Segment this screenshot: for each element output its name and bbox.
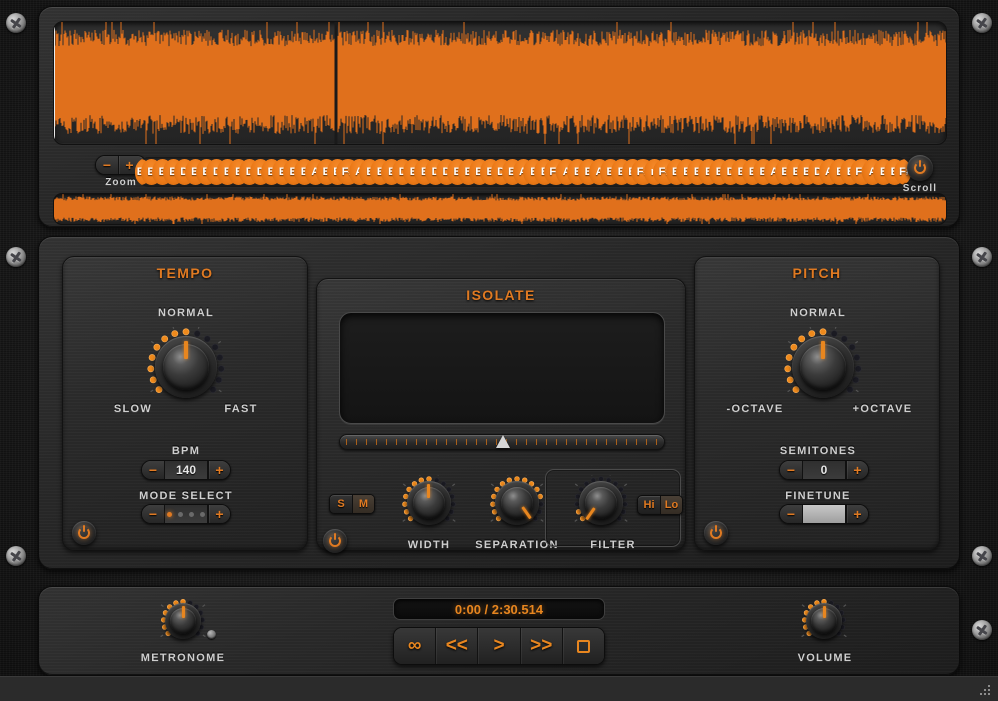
screw-top-left	[6, 13, 26, 33]
screw-bottom-right	[972, 620, 992, 640]
pitch-power-button[interactable]	[704, 521, 728, 545]
rewind-button[interactable]: <<	[435, 628, 478, 664]
volume-knob[interactable]	[801, 598, 847, 644]
semitones-stepper[interactable]: − 0 +	[779, 460, 869, 480]
pitch-knob-pointer	[821, 341, 825, 359]
mode-select-label: MODE SELECT	[139, 490, 233, 502]
plus-octave-label: +OCTAVE	[852, 403, 913, 415]
pitch-title: PITCH	[792, 265, 842, 281]
scroll-knob[interactable]	[907, 155, 933, 181]
tempo-title: TEMPO	[156, 265, 214, 281]
bpm-stepper[interactable]: − 140 +	[141, 460, 231, 480]
filter-knob[interactable]	[573, 475, 629, 531]
play-button[interactable]: >	[477, 628, 520, 664]
bpm-decrease-button[interactable]: −	[142, 461, 164, 479]
waveform-overview[interactable]	[53, 193, 947, 225]
power-icon	[329, 533, 341, 547]
overview-graphic	[54, 194, 946, 224]
pitch-knob[interactable]	[783, 327, 863, 407]
waveform-display[interactable]	[53, 21, 947, 145]
waveform-graphic	[54, 22, 946, 144]
filter-hi-button[interactable]: Hi	[638, 496, 660, 514]
app-window: − + Zoom EBEBDBEDBEDDBEBEAEBF#AEBEDBEDDB…	[0, 0, 998, 701]
tempo-fast-label: FAST	[224, 403, 258, 415]
metronome-label: METRONOME	[140, 652, 226, 664]
tempo-slow-label: SLOW	[113, 403, 153, 415]
mode-dot	[167, 511, 172, 517]
screw-mid-right-upper	[972, 247, 992, 267]
isolate-panel: ISOLATE S M WIDTH SEPARATION Hi Lo FILTE…	[316, 278, 686, 553]
isolate-power-button[interactable]	[323, 529, 347, 553]
separation-knob[interactable]	[489, 475, 545, 531]
power-icon	[78, 525, 90, 539]
mode-dot	[189, 511, 194, 517]
zoom-out-button[interactable]: −	[96, 156, 118, 174]
finetune-slider[interactable]	[802, 505, 846, 523]
mode-dot	[200, 511, 205, 517]
semitones-value[interactable]: 0	[802, 461, 846, 479]
power-icon	[710, 525, 722, 539]
filter-hi-lo-toggle[interactable]: Hi Lo	[637, 495, 683, 515]
filter-lo-button[interactable]: Lo	[660, 496, 682, 514]
mode-dot	[178, 511, 183, 517]
metronome-knob[interactable]	[160, 598, 206, 644]
mute-button[interactable]: M	[352, 495, 374, 513]
width-knob-pointer	[427, 484, 430, 498]
mode-dots-display[interactable]	[164, 505, 208, 523]
screw-top-right	[972, 13, 992, 33]
mode-increase-button[interactable]: +	[208, 505, 230, 523]
minus-octave-label: -OCTAVE	[726, 403, 784, 415]
finetune-label: FINETUNE	[785, 490, 851, 502]
volume-label: VOLUME	[797, 652, 853, 664]
solo-mute-toggle[interactable]: S M	[329, 494, 375, 514]
tempo-power-button[interactable]	[72, 521, 96, 545]
width-knob[interactable]	[401, 475, 457, 531]
filter-label: FILTER	[590, 539, 636, 551]
forward-button[interactable]: >>	[519, 628, 562, 664]
metronome-knob-pointer	[181, 606, 185, 618]
finetune-stepper[interactable]: − +	[779, 504, 869, 524]
solo-button[interactable]: S	[330, 495, 352, 513]
width-label: WIDTH	[407, 539, 451, 551]
semitones-decrease-button[interactable]: −	[780, 461, 802, 479]
volume-knob-pointer	[822, 606, 826, 618]
isolate-slider[interactable]	[339, 434, 665, 450]
screw-mid-left-lower	[6, 546, 26, 566]
mode-select-stepper[interactable]: − +	[141, 504, 231, 524]
bpm-value[interactable]: 140	[164, 461, 208, 479]
tempo-knob[interactable]	[146, 327, 226, 407]
mode-decrease-button[interactable]: −	[142, 505, 164, 523]
time-display: 0:00 / 2:30.514	[393, 598, 605, 620]
pitch-normal-label: NORMAL	[789, 307, 847, 319]
isolate-title: ISOLATE	[466, 287, 536, 303]
tempo-knob-pointer	[184, 341, 188, 359]
status-bar	[0, 676, 998, 701]
isolate-slider-handle[interactable]	[496, 435, 510, 448]
bpm-increase-button[interactable]: +	[208, 461, 230, 479]
semitones-increase-button[interactable]: +	[846, 461, 868, 479]
chord-strip[interactable]: EBEBDBEDBEDDBEBEAEBF#AEBEDBEDDBEBEDBAEBF…	[135, 157, 911, 187]
bpm-label: BPM	[171, 445, 201, 457]
loop-button[interactable]: ∞	[394, 628, 436, 664]
semitones-label: SEMITONES	[779, 445, 857, 457]
pitch-panel: PITCH NORMAL -OCTAVE +OCTAVE SEMITONES −…	[694, 256, 940, 551]
screw-mid-left-upper	[6, 247, 26, 267]
finetune-increase-button[interactable]: +	[846, 505, 868, 523]
finetune-decrease-button[interactable]: −	[780, 505, 802, 523]
scroll-power-icon	[914, 160, 926, 174]
screw-mid-right-lower	[972, 546, 992, 566]
tempo-normal-label: NORMAL	[157, 307, 215, 319]
stop-square-icon	[576, 639, 590, 653]
tempo-panel: TEMPO NORMAL SLOW FAST BPM − 140 + MODE …	[62, 256, 308, 551]
metronome-led	[207, 630, 216, 639]
stop-button[interactable]	[561, 628, 604, 664]
resize-grip[interactable]	[980, 685, 992, 697]
transport-buttons[interactable]: ∞ << > >>	[393, 627, 605, 665]
isolate-display[interactable]	[339, 312, 665, 424]
waveform-panel: − + Zoom EBEBDBEDBEDDBEBEAEBF#AEBEDBEDDB…	[38, 6, 960, 228]
